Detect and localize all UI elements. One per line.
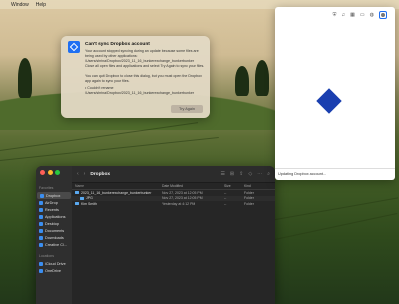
sidebar-item-onedrive[interactable]: OneDrive	[36, 267, 72, 274]
file-row[interactable]: JPG Nov 27, 2023 at 12:05 PM -- Folder	[72, 195, 275, 201]
close-window-button[interactable]	[40, 170, 45, 175]
minimize-window-button[interactable]	[47, 170, 53, 175]
sidebar-item-icloud[interactable]: iCloud Drive	[36, 260, 72, 267]
more-icon[interactable]: ⋯	[257, 171, 262, 177]
zoom-window-button[interactable]	[55, 170, 60, 175]
sidebar-item-documents[interactable]: Documents	[36, 227, 72, 234]
desktop-icon	[39, 221, 43, 226]
dropbox-icon	[40, 193, 44, 198]
sidebar-item-airdrop[interactable]: AirDrop	[36, 199, 72, 206]
dialog-instruction: Close all open files and applications an…	[85, 64, 205, 68]
dropbox-icon	[68, 41, 80, 53]
creative-cloud-icon	[39, 242, 43, 247]
finder-sidebar: Favorites Dropbox AirDrop Recents Applic…	[36, 166, 72, 304]
tag-icon[interactable]: ◇	[248, 171, 252, 177]
background-tree	[235, 66, 249, 96]
finder-toolbar: ‹ › Dropbox ☰ ⊞ ⇪ ◇ ⋯ ⌕	[72, 166, 275, 183]
clock-icon	[39, 207, 43, 212]
vineyard-row	[0, 137, 219, 161]
column-headers: Name Date Modified Size Kind	[72, 183, 275, 190]
folder-icon	[80, 196, 84, 200]
column-size[interactable]: Size	[224, 184, 244, 188]
dropbox-menu-popup: ⛨ ♫ ▦ ▭ ◍ Updating Dropbox account...	[275, 7, 395, 180]
sidebar-item-applications[interactable]: Applications	[36, 213, 72, 220]
globe-icon[interactable]: ◍	[370, 12, 374, 18]
column-kind[interactable]: Kind	[244, 184, 272, 188]
cloud-icon	[39, 261, 43, 266]
dropbox-logo-icon	[316, 88, 342, 114]
sync-error-dialog: Can't sync Dropbox account Your account …	[61, 36, 210, 118]
dialog-rename-error: • Couldn't rename /Users/shrina/Dropbox/…	[85, 86, 195, 95]
try-again-button[interactable]: Try Again	[171, 105, 203, 113]
dialog-message: Your account stopped syncing during an u…	[85, 49, 199, 63]
background-tree	[255, 60, 269, 96]
bell-icon[interactable]: ♫	[341, 12, 345, 18]
file-row[interactable]: 2023_11_16_bunkerexchange_bunkerbunker N…	[72, 190, 275, 196]
forward-icon[interactable]: ›	[84, 171, 86, 177]
sidebar-item-creative-cloud[interactable]: Creative Cl...	[36, 241, 72, 248]
folder-icon[interactable]: ▭	[360, 12, 365, 18]
file-row[interactable]: Kim Smith Yesterday at 4:12 PM -- Folder	[72, 201, 275, 207]
account-icon[interactable]	[379, 11, 387, 19]
sync-status: Updating Dropbox account...	[275, 168, 395, 180]
airdrop-icon	[39, 200, 43, 205]
file-list: 2023_11_16_bunkerexchange_bunkerbunker N…	[72, 190, 275, 207]
folder-icon	[75, 191, 79, 195]
cloud-icon	[39, 268, 43, 273]
sidebar-item-recents[interactable]: Recents	[36, 206, 72, 213]
group-icon[interactable]: ⊞	[230, 171, 234, 177]
dialog-quit-note: You can quit Dropbox to close this dialo…	[85, 74, 202, 83]
column-date-modified[interactable]: Date Modified	[162, 184, 224, 188]
shield-icon[interactable]: ⛨	[333, 12, 337, 18]
view-options-icon[interactable]: ☰	[220, 171, 224, 177]
search-icon[interactable]: ⌕	[267, 171, 275, 177]
applications-icon	[39, 214, 43, 219]
menu-help[interactable]: Help	[36, 2, 46, 8]
background-tree	[18, 58, 32, 98]
window-controls	[40, 170, 60, 175]
back-icon[interactable]: ‹	[77, 171, 79, 177]
download-icon	[39, 235, 43, 240]
sidebar-item-desktop[interactable]: Desktop	[36, 220, 72, 227]
grid-icon[interactable]: ▦	[350, 12, 355, 18]
sidebar-item-downloads[interactable]: Downloads	[36, 234, 72, 241]
document-icon	[39, 228, 43, 233]
finder-window: Favorites Dropbox AirDrop Recents Applic…	[36, 166, 275, 304]
sidebar-item-dropbox[interactable]: Dropbox	[37, 192, 71, 199]
window-title: Dropbox	[90, 171, 111, 177]
menu-window[interactable]: Window	[11, 2, 29, 8]
dialog-title: Can't sync Dropbox account	[85, 42, 150, 47]
popup-toolbar: ⛨ ♫ ▦ ▭ ◍	[275, 7, 395, 23]
share-icon[interactable]: ⇪	[239, 171, 243, 177]
sidebar-section-favorites: Favorites	[39, 186, 54, 190]
column-name[interactable]: Name	[72, 184, 162, 188]
sidebar-section-locations: Locations	[39, 254, 54, 258]
folder-icon	[75, 202, 79, 206]
